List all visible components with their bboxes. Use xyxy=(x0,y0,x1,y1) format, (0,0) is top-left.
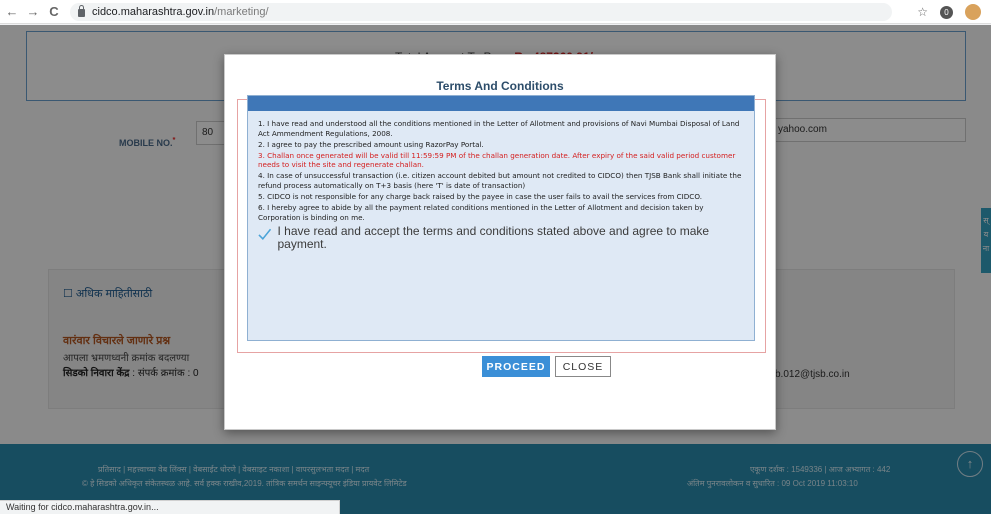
forward-button[interactable]: → xyxy=(24,4,42,19)
lock-icon xyxy=(78,5,85,17)
modal-title: Terms And Conditions xyxy=(436,79,564,93)
checkmark-icon[interactable] xyxy=(258,227,272,241)
close-button[interactable]: CLOSE xyxy=(555,356,611,377)
address-bar[interactable]: cidco.maharashtra.gov.in/marketing/ xyxy=(70,3,892,21)
term-item: 6. I hereby agree to abide by all the pa… xyxy=(258,203,704,222)
browser-toolbar: ← → C cidco.maharashtra.gov.in/marketing… xyxy=(0,0,991,24)
accept-checkbox-row[interactable]: I have read and accept the terms and con… xyxy=(258,225,744,251)
accept-label: I have read and accept the terms and con… xyxy=(277,224,710,252)
term-item: 4. In case of unsuccessful transaction (… xyxy=(258,171,742,191)
reload-button[interactable]: C xyxy=(45,4,63,19)
modal-actions: PROCEED CLOSE xyxy=(482,356,611,377)
url-path: /marketing/ xyxy=(214,6,269,18)
bookmark-star-icon[interactable]: ☆ xyxy=(917,5,928,19)
term-item: 2. I agree to pay the prescribed amount … xyxy=(258,139,484,149)
extension-icon[interactable]: 0 xyxy=(940,5,953,19)
browser-status-bar: Waiting for cidco.maharashtra.gov.in... xyxy=(0,500,340,514)
terms-modal: Terms And Conditions 1. I have read and … xyxy=(224,54,776,430)
terms-list: 1. I have read and understood all the co… xyxy=(248,111,754,251)
terms-panel: 1. I have read and understood all the co… xyxy=(247,95,755,341)
url-host: cidco.maharashtra.gov.in xyxy=(92,6,215,18)
term-item: 1. I have read and understood all the co… xyxy=(258,119,740,138)
terms-panel-header xyxy=(248,96,754,111)
profile-avatar[interactable] xyxy=(965,4,981,20)
term-item-warning: 3. Challan once generated will be valid … xyxy=(258,150,736,170)
term-item: 5. CIDCO is not responsible for any char… xyxy=(258,192,702,202)
proceed-button[interactable]: PROCEED xyxy=(482,356,550,377)
back-button[interactable]: ← xyxy=(3,4,21,19)
